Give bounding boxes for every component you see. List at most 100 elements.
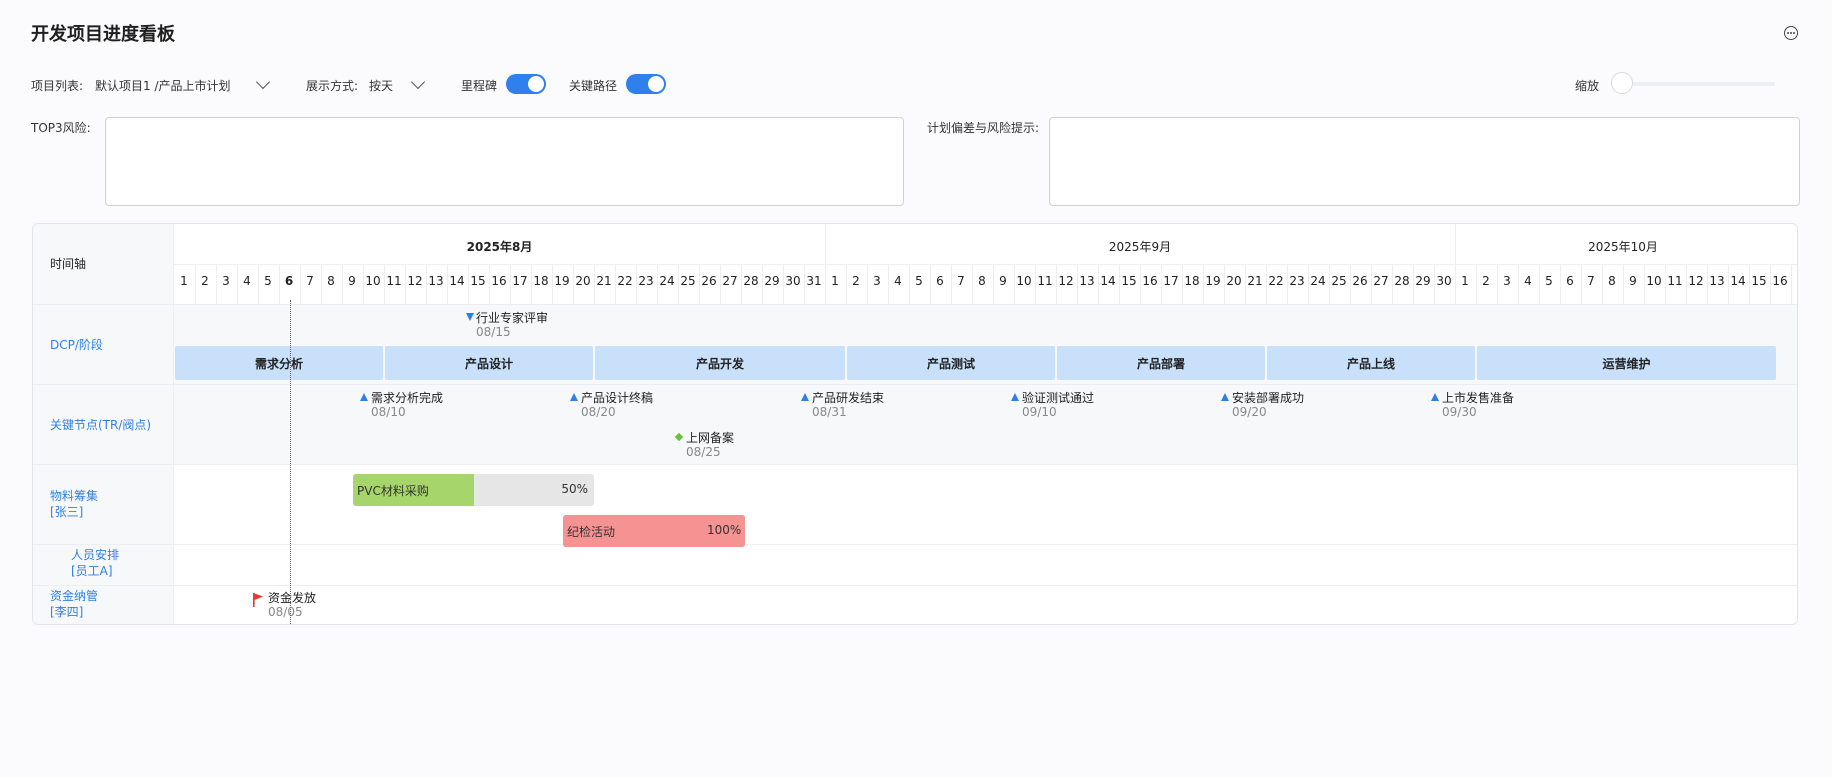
project-select-value[interactable]: 默认项目1 /产品上市计划 [95,77,231,94]
milestone-title: 上市发售准备 [1442,391,1515,405]
day-tick: 27 [722,274,738,288]
day-tick: 19 [554,274,570,288]
day-tick: 25 [680,274,696,288]
gantt-chart: 时间轴 DCP/阶段 关键节点(TR/阀点) 物料筹集 [张三] 人员安排 [员工A… [32,223,1798,625]
day-tick: 9 [1629,274,1637,288]
milestone-toggle[interactable] [506,74,546,94]
day-tick: 14 [1730,274,1746,288]
day-tick: 29 [1415,274,1431,288]
day-tick: 11 [1667,274,1683,288]
milestone-title: 验证测试通过 [1022,391,1095,405]
milestone-marker-icon [801,393,809,401]
critical-path-toggle[interactable] [626,74,666,94]
day-tick: 3 [1503,274,1511,288]
month-header: 2025年10月 [1588,240,1658,254]
day-tick: 11 [386,274,402,288]
day-tick: 28 [743,274,759,288]
day-tick: 9 [999,274,1007,288]
day-tick: 17 [1163,274,1179,288]
day-tick: 26 [1352,274,1368,288]
filing-title: 上网备案 [686,431,735,445]
day-tick: 8 [1608,274,1616,288]
day-tick: 24 [1310,274,1326,288]
day-tick: 7 [306,274,314,288]
day-tick: 1 [831,274,839,288]
day-tick: 13 [1709,274,1725,288]
milestone-date: 09/10 [1022,405,1057,419]
day-tick: 12 [407,274,423,288]
milestone-date: 08/31 [812,405,847,419]
day-tick: 10 [1646,274,1662,288]
day-tick: 5 [915,274,923,288]
day-tick: 20 [575,274,591,288]
review-date: 08/15 [476,325,511,339]
display-chevron-down-icon[interactable] [410,74,426,90]
top3-risk-textarea[interactable] [105,117,904,206]
day-tick: 29 [764,274,780,288]
day-tick: 30 [1436,274,1452,288]
month-header: 2025年9月 [1108,240,1172,254]
day-tick: 17 [512,274,528,288]
header-divider [174,264,1797,265]
display-mode-value[interactable]: 按天 [369,77,393,94]
day-tick: 3 [222,274,230,288]
day-tick: 5 [264,274,272,288]
project-chevron-down-icon[interactable] [255,74,271,90]
gantt-timeline: 2025年8月 1 2 3 4 5 6 7 8 9 10 11 12 13 14 15 16 17 18 19 20 21… [33,224,1797,624]
day-tick: 10 [1016,274,1032,288]
project-list-label: 项目列表: [31,79,84,93]
day-tick: 2 [1482,274,1490,288]
task-name: PVC材料采购 [357,484,429,498]
day-tick: 6 [284,274,294,288]
day-tick: 1 [1461,274,1469,288]
day-tick: 4 [894,274,902,288]
day-tick: 7 [1587,274,1595,288]
day-tick: 23 [638,274,654,288]
day-tick: 25 [1331,274,1347,288]
phase-bar: 运营维护 [1477,346,1776,380]
day-tick: 9 [348,274,356,288]
milestone-marker-icon [1221,393,1229,401]
filing-diamond-icon [674,432,684,442]
milestone-title: 产品设计终稿 [581,391,654,405]
phase-bar: 需求分析 [175,346,383,380]
phase-bar: 产品上线 [1267,346,1475,380]
day-tick: 8 [978,274,986,288]
day-tick: 11 [1037,274,1053,288]
day-tick: 31 [806,274,822,288]
more-options-icon[interactable] [1784,26,1798,40]
deviation-risk-label: 计划偏差与风险提示: [927,121,1040,135]
zoom-slider-handle[interactable] [1611,72,1633,94]
review-marker-icon [466,313,474,321]
filing-date: 08/25 [686,445,721,459]
day-tick: 1 [180,274,188,288]
top3-risk-label: TOP3风险: [31,121,91,135]
day-tick: 30 [785,274,801,288]
fund-event-title: 资金发放 [268,591,317,605]
day-tick: 12 [1058,274,1074,288]
day-tick: 26 [701,274,717,288]
deviation-risk-textarea[interactable] [1049,117,1800,206]
milestone-marker-icon [1011,393,1019,401]
day-tick: 2 [852,274,860,288]
day-tick: 10 [365,274,381,288]
day-tick: 15 [1751,274,1767,288]
task-percent: 50% [561,482,588,496]
phase-bar: 产品设计 [385,346,593,380]
fund-event-date: 08/05 [268,605,303,619]
phase-bar: 产品开发 [595,346,845,380]
milestone-label: 里程碑 [461,79,498,93]
day-tick: 19 [1205,274,1221,288]
day-tick: 22 [617,274,633,288]
today-line [290,300,291,624]
page-title: 开发项目进度看板 [31,24,175,45]
zoom-label: 缩放 [1575,79,1600,93]
day-tick: 7 [957,274,965,288]
day-tick: 24 [659,274,675,288]
milestone-date: 09/30 [1442,405,1477,419]
zoom-slider-track[interactable] [1619,82,1775,86]
task-name: 纪检活动 [567,525,616,539]
day-tick: 14 [449,274,465,288]
day-tick: 13 [1079,274,1095,288]
red-flag-icon [252,592,264,607]
